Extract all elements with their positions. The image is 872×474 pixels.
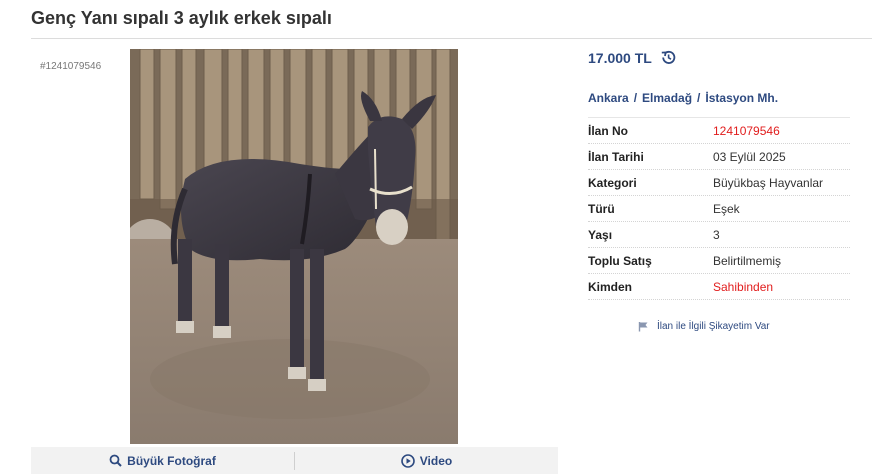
flag-icon	[638, 322, 648, 332]
breadcrumb-separator: /	[633, 91, 638, 105]
breadcrumb-district[interactable]: Elmadağ	[642, 91, 692, 105]
detail-row-category: Kategori Büyükbaş Hayvanlar	[588, 170, 850, 196]
detail-row-listing-date: İlan Tarihi 03 Eylül 2025	[588, 144, 850, 170]
video-button[interactable]: Video	[295, 447, 558, 474]
breadcrumb-separator: /	[697, 91, 701, 105]
detail-row-type: Türü Eşek	[588, 196, 850, 222]
detail-value: 1241079546	[713, 123, 780, 138]
listing-details-table: İlan No 1241079546 İlan Tarihi 03 Eylül …	[588, 117, 850, 300]
play-icon	[400, 453, 415, 468]
detail-row-bulk-sale: Toplu Satış Belirtilmemiş	[588, 248, 850, 274]
detail-label: Toplu Satış	[588, 253, 652, 268]
detail-label: Türü	[588, 201, 615, 216]
location-breadcrumb: Ankara / Elmadağ / İstasyon Mh.	[588, 91, 778, 105]
detail-value: Eşek	[713, 201, 740, 216]
detail-label: İlan No	[588, 123, 629, 138]
detail-value: 03 Eylül 2025	[713, 149, 786, 164]
report-label: İlan ile İlgili Şikayetim Var	[657, 321, 770, 332]
detail-row-seller: Kimden Sahibinden	[588, 274, 850, 300]
detail-row-age: Yaşı 3	[588, 222, 850, 248]
detail-value: Belirtilmemiş	[713, 253, 782, 268]
price-value: 17.000 TL	[588, 49, 652, 66]
detail-value: Sahibinden	[713, 279, 774, 294]
listing-photo[interactable]	[130, 49, 458, 444]
detail-label: Kimden	[588, 279, 633, 294]
detail-label: Yaşı	[588, 227, 613, 242]
detail-label: İlan Tarihi	[588, 149, 644, 164]
detail-label: Kategori	[588, 175, 637, 190]
donkey-photo-image	[130, 49, 458, 444]
breadcrumb-city[interactable]: Ankara	[588, 91, 629, 105]
large-photo-label: Büyük Fotoğraf	[127, 453, 216, 468]
report-listing-link[interactable]: İlan ile İlgili Şikayetim Var	[638, 321, 770, 332]
photo-action-bar: Büyük Fotoğraf Video	[31, 447, 558, 474]
detail-row-listing-no: İlan No 1241079546	[588, 118, 850, 144]
large-photo-button[interactable]: Büyük Fotoğraf	[31, 447, 294, 474]
listing-id: #1241079546	[40, 61, 102, 72]
listing-title: Genç Yanı sıpalı 3 aylık erkek sıpalı	[31, 8, 332, 28]
price-row: 17.000 TL	[588, 49, 677, 66]
history-icon[interactable]	[660, 49, 677, 66]
breadcrumb-neighborhood[interactable]: İstasyon Mh.	[705, 91, 778, 105]
detail-value: 3	[713, 227, 720, 242]
search-icon	[109, 454, 122, 467]
video-label: Video	[419, 453, 453, 468]
detail-value: Büyükbaş Hayvanlar	[713, 175, 824, 190]
title-divider	[31, 38, 872, 39]
